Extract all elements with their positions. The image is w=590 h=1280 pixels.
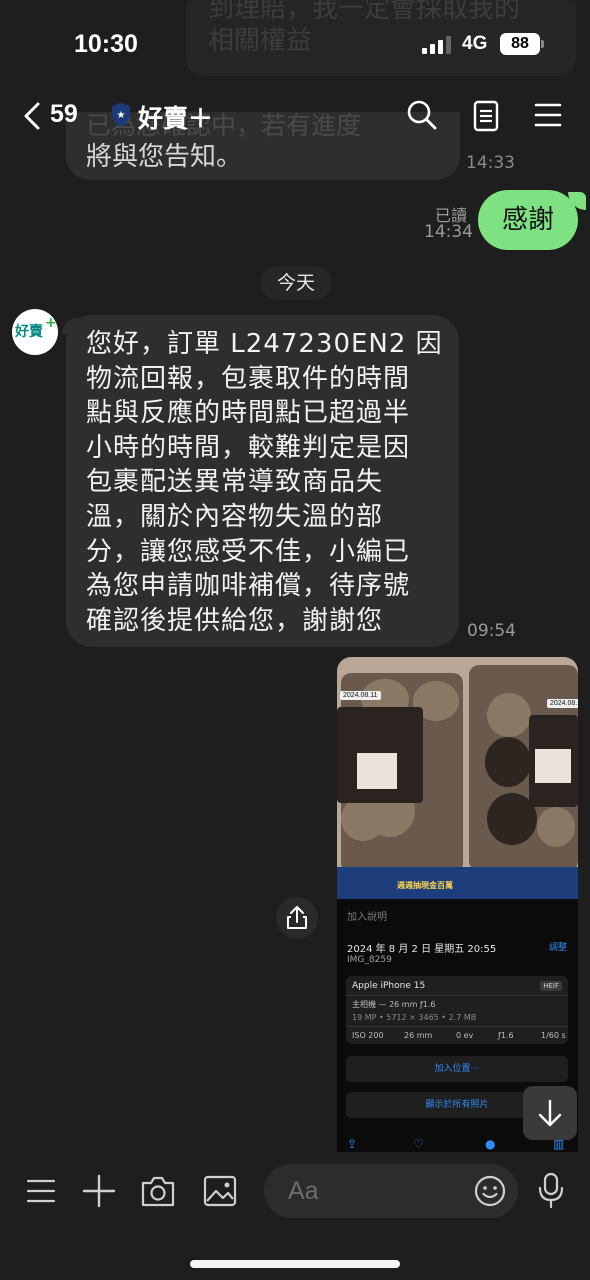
lens-info: 主相機 — 26 mm ƒ1.6 <box>352 1000 436 1009</box>
message-line: 點與反應的時間點已超過半 <box>86 398 411 429</box>
nutrition-table <box>357 753 397 789</box>
message-time: 14:33 <box>466 153 515 173</box>
date-stamp: 2024.08.1 <box>547 699 578 708</box>
message-line: 為您申請咖啡補償，待序號 <box>86 571 411 602</box>
received-message-bubble[interactable]: 您好，訂單 L247230EN2 因 物流回報，包裹取件的時間 點與反應的時間點… <box>66 315 459 647</box>
photo-filename: IMG_8259 <box>347 955 392 965</box>
photo-image: 2024.08.11 2024.08.1 週週抽現金百萬 <box>337 657 578 899</box>
message-line: 物流回報，包裹取件的時間 <box>86 363 411 394</box>
avatar-text: 好賣 <box>15 324 43 340</box>
unread-count[interactable]: 59 <box>50 100 78 129</box>
camera-info-card: Apple iPhone 15 HEIF 主相機 — 26 mm ƒ1.6 19… <box>346 976 568 1044</box>
add-caption-field: 加入說明 <box>347 912 387 923</box>
pastry <box>537 807 575 847</box>
pastry <box>485 737 531 787</box>
share-icon <box>287 906 307 929</box>
verified-shield-icon: ★ <box>112 103 130 127</box>
search-icon[interactable] <box>406 99 438 131</box>
product-label <box>529 715 578 807</box>
chat-name[interactable]: 好賣＋ <box>138 99 213 135</box>
plus-icon[interactable] <box>82 1174 116 1208</box>
exif-value: 26 mm <box>404 1031 433 1040</box>
exif-value: 1/60 s <box>541 1031 566 1040</box>
message-time: 09:54 <box>467 621 516 641</box>
battery-tip <box>541 40 544 48</box>
date-separator: 今天 <box>260 266 332 300</box>
promo-banner: 週週抽現金百萬 <box>337 867 578 899</box>
exif-value: ƒ1.6 <box>498 1031 514 1040</box>
banner-text: 週週抽現金百萬 <box>397 881 453 890</box>
pastry <box>487 693 531 737</box>
exif-value: ISO 200 <box>352 1031 384 1040</box>
camera-icon[interactable] <box>140 1174 176 1208</box>
chevron-left-icon[interactable] <box>22 102 42 130</box>
heart-icon: ♡ <box>413 1137 424 1151</box>
battery-level: 88 <box>500 33 540 55</box>
product-label <box>337 707 423 803</box>
menu-icon[interactable] <box>26 1176 56 1206</box>
avatar[interactable]: 好賣 + <box>12 309 58 355</box>
image-specs: 19 MP • 5712 × 3465 • 2.7 MB <box>352 1013 477 1022</box>
chat-header: 59 ★ 好賣＋ <box>0 88 590 144</box>
device-name: Apple iPhone 15 <box>352 981 426 991</box>
image-icon[interactable] <box>203 1175 237 1207</box>
message-line: 分，讓您感受不佳，小編已 <box>86 536 411 567</box>
message-line: 小時的時間，較難判定是因 <box>86 432 411 463</box>
emoji-icon[interactable] <box>474 1175 506 1207</box>
status-bar: 10:30 4G 88 <box>0 0 590 90</box>
cellular-signal-icon <box>422 36 451 54</box>
divider <box>346 995 568 996</box>
exif-value: 0 ev <box>456 1031 474 1040</box>
avatar-plus: + <box>45 315 57 331</box>
message-line: 包裹配送異常導致商品失 <box>86 467 384 498</box>
message-line: 確認後提供給您，謝謝您 <box>86 605 384 636</box>
date-stamp: 2024.08.11 <box>340 691 381 700</box>
status-time: 10:30 <box>74 30 138 58</box>
scroll-to-bottom-button[interactable] <box>523 1086 577 1140</box>
message-time: 14:34 <box>424 222 473 242</box>
notes-icon[interactable] <box>472 100 500 132</box>
share-icon: ⇪ <box>347 1137 358 1151</box>
arrow-down-icon <box>538 1099 562 1127</box>
sent-photo-message[interactable]: 2024.08.11 2024.08.1 週週抽現金百萬 加入說明 2024 年… <box>337 657 578 1153</box>
network-type: 4G <box>462 33 488 54</box>
sent-message-bubble[interactable]: 感謝 <box>478 190 578 250</box>
share-button[interactable] <box>276 897 318 939</box>
microphone-icon[interactable] <box>538 1172 564 1210</box>
message-line: 溫，關於內容物失溫的部 <box>86 501 384 532</box>
add-location-button: 加入位置⋯ <box>346 1056 568 1082</box>
nutrition-table <box>535 749 571 783</box>
format-badge: HEIF <box>540 981 562 991</box>
svg-text:★: ★ <box>117 110 126 121</box>
adjust-link: 調整 <box>549 943 568 953</box>
hamburger-menu-icon[interactable] <box>534 102 562 128</box>
home-indicator[interactable] <box>190 1260 400 1268</box>
info-icon: ● <box>485 1137 496 1151</box>
divider <box>346 1026 568 1027</box>
photo-date: 2024 年 8 月 2 日 星期五 20:55 <box>347 944 497 955</box>
message-line: 您好，訂單 L247230EN2 因 <box>86 329 443 359</box>
